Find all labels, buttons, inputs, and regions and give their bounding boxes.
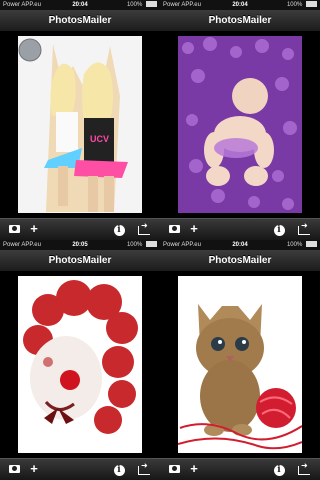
nav-title: PhotosMailer bbox=[48, 255, 112, 266]
camera-button[interactable] bbox=[6, 222, 22, 236]
camera-button[interactable] bbox=[6, 462, 22, 476]
battery-label: 100% bbox=[126, 2, 143, 8]
info-icon: i bbox=[273, 465, 285, 476]
battery-icon bbox=[146, 241, 157, 248]
photo-kitten-image bbox=[178, 276, 302, 453]
camera-button[interactable] bbox=[166, 462, 182, 476]
photo-area bbox=[160, 31, 320, 218]
nav-title: PhotosMailer bbox=[208, 255, 272, 266]
nav-bar: PhotosMailer bbox=[0, 250, 160, 272]
info-button[interactable]: i bbox=[111, 222, 127, 236]
camera-icon bbox=[168, 465, 180, 473]
add-button[interactable]: + bbox=[26, 222, 42, 236]
photo-baby-image bbox=[178, 36, 302, 213]
share-icon bbox=[298, 219, 310, 235]
photo-area: UCV bbox=[0, 31, 160, 218]
battery-status: 100% bbox=[127, 0, 157, 10]
share-button[interactable] bbox=[136, 219, 152, 236]
share-button[interactable] bbox=[296, 459, 312, 476]
add-button[interactable]: + bbox=[186, 222, 202, 236]
battery-label: 100% bbox=[126, 242, 143, 248]
status-bar: Power APP.eu 20:05 100% bbox=[0, 240, 160, 250]
app-screen-3: Power APP.eu 20:05 100% PhotosMailer + i… bbox=[0, 240, 160, 480]
app-screen-4: Power APP.eu 20:04 100% PhotosMailer + i… bbox=[160, 240, 320, 480]
nav-bar: PhotosMailer bbox=[160, 250, 320, 272]
plus-icon: + bbox=[190, 221, 198, 236]
status-bar: Power APP.eu 20:04 100% bbox=[160, 240, 320, 250]
share-icon bbox=[138, 459, 150, 475]
plus-icon: + bbox=[30, 461, 38, 476]
screenshot-grid: Power APP.eu 20:04 100% PhotosMailer UCV… bbox=[0, 0, 320, 480]
status-bar: Power APP.eu 20:04 100% bbox=[160, 0, 320, 10]
info-button[interactable]: i bbox=[111, 462, 127, 476]
toolbar: + i bbox=[0, 218, 160, 240]
photo-clown[interactable] bbox=[18, 276, 142, 453]
toolbar: + i bbox=[0, 458, 160, 480]
plus-icon: + bbox=[30, 221, 38, 236]
camera-button[interactable] bbox=[166, 222, 182, 236]
info-button[interactable]: i bbox=[271, 462, 287, 476]
nav-title: PhotosMailer bbox=[48, 15, 112, 26]
share-button[interactable] bbox=[136, 459, 152, 476]
add-button[interactable]: + bbox=[26, 462, 42, 476]
photo-area bbox=[0, 271, 160, 458]
battery-status: 100% bbox=[287, 240, 317, 250]
share-icon bbox=[138, 219, 150, 235]
nav-bar: PhotosMailer bbox=[0, 10, 160, 32]
nav-bar: PhotosMailer bbox=[160, 10, 320, 32]
photo-dancers[interactable]: UCV bbox=[18, 36, 142, 213]
photo-clown-image bbox=[18, 276, 142, 453]
camera-icon bbox=[8, 465, 20, 473]
share-button[interactable] bbox=[296, 219, 312, 236]
battery-icon bbox=[306, 241, 317, 248]
info-icon: i bbox=[273, 225, 285, 236]
photo-baby[interactable] bbox=[178, 36, 302, 213]
photo-area bbox=[160, 271, 320, 458]
battery-status: 100% bbox=[287, 0, 317, 10]
app-screen-2: Power APP.eu 20:04 100% PhotosMailer + i… bbox=[160, 0, 320, 240]
info-button[interactable]: i bbox=[271, 222, 287, 236]
battery-status: 100% bbox=[127, 240, 157, 250]
battery-label: 100% bbox=[286, 242, 303, 248]
battery-icon bbox=[146, 1, 157, 8]
add-button[interactable]: + bbox=[186, 462, 202, 476]
toolbar: + i bbox=[160, 218, 320, 240]
camera-icon bbox=[8, 225, 20, 233]
info-icon: i bbox=[113, 465, 125, 476]
battery-icon bbox=[306, 1, 317, 8]
plus-icon: + bbox=[190, 461, 198, 476]
photo-dancers-image: UCV bbox=[18, 36, 142, 213]
toolbar: + i bbox=[160, 458, 320, 480]
battery-label: 100% bbox=[286, 2, 303, 8]
share-icon bbox=[298, 459, 310, 475]
info-icon: i bbox=[113, 225, 125, 236]
nav-title: PhotosMailer bbox=[208, 15, 272, 26]
svg-text:UCV: UCV bbox=[90, 134, 109, 144]
app-screen-1: Power APP.eu 20:04 100% PhotosMailer UCV… bbox=[0, 0, 160, 240]
status-bar: Power APP.eu 20:04 100% bbox=[0, 0, 160, 10]
photo-kitten[interactable] bbox=[178, 276, 302, 453]
camera-icon bbox=[168, 225, 180, 233]
